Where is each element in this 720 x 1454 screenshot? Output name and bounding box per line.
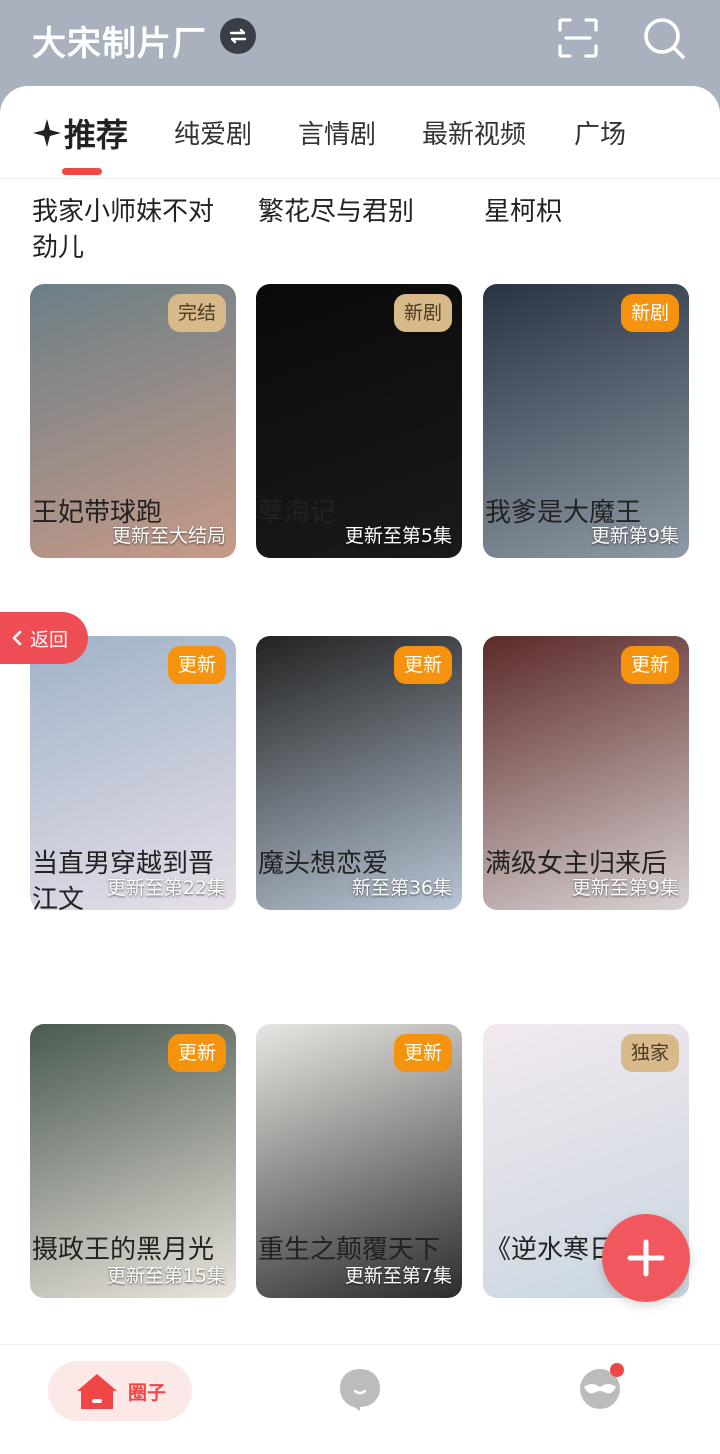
tab-indicator (62, 168, 102, 175)
status-badge: 更新 (393, 646, 452, 684)
nav-home-label: 圈子 (127, 1381, 166, 1404)
show-title[interactable]: 我家小师妹不对劲儿 (32, 194, 232, 266)
status-badge: 更新 (167, 646, 226, 684)
tab-romance-drama[interactable]: 言情剧 (298, 114, 376, 151)
header: 大宋制片厂 (0, 0, 720, 90)
show-title[interactable]: 重生之颠覆天下 (258, 1232, 462, 1268)
show-title[interactable]: 我爹是大魔王 (485, 495, 689, 531)
back-button[interactable]: 返回 (0, 612, 88, 664)
tab-bar: 推荐 纯爱剧 言情剧 最新视频 广场 (0, 86, 720, 178)
show-title[interactable]: 当直男穿越到晋江文 (32, 846, 236, 918)
status-badge: 更新 (393, 1034, 452, 1072)
show-title[interactable]: 满级女主归来后 (485, 846, 689, 882)
show-title[interactable]: 摄政王的黑月光 (32, 1232, 236, 1268)
home-icon (76, 1374, 117, 1409)
status-badge: 新剧 (393, 294, 452, 332)
create-post-button[interactable] (602, 1214, 690, 1302)
tab-divider (0, 178, 720, 179)
search-icon[interactable] (640, 14, 688, 62)
tab-latest-videos[interactable]: 最新视频 (422, 114, 526, 151)
show-title[interactable]: 繁花尽与君别 (258, 194, 458, 230)
status-badge: 完结 (167, 294, 226, 332)
chevron-left-icon (12, 630, 22, 646)
status-badge: 更新 (620, 646, 679, 684)
tab-recommend[interactable]: 推荐 (64, 110, 128, 156)
status-badge: 更新 (167, 1034, 226, 1072)
tab-bl-drama[interactable]: 纯爱剧 (174, 114, 252, 151)
tab-square[interactable]: 广场 (574, 114, 626, 151)
sparkle-icon (33, 119, 61, 147)
plus-icon (627, 1239, 665, 1277)
chat-icon[interactable] (338, 1367, 382, 1411)
status-badge: 新剧 (620, 294, 679, 332)
bottom-nav: 圈子 (0, 1344, 720, 1454)
nav-home[interactable]: 圈子 (48, 1361, 192, 1421)
status-badge: 独家 (620, 1034, 679, 1072)
back-button-label: 返回 (30, 628, 69, 651)
app-title[interactable]: 大宋制片厂 (32, 16, 207, 65)
scan-icon[interactable] (556, 16, 600, 60)
notification-dot (610, 1363, 624, 1377)
swap-icon[interactable] (220, 18, 256, 54)
show-title[interactable]: 星柯枳 (484, 194, 684, 230)
show-title[interactable]: 魔头想恋爱 (258, 846, 462, 882)
show-title[interactable]: 孽海记 (258, 495, 462, 531)
show-title[interactable]: 王妃带球跑 (32, 495, 236, 531)
